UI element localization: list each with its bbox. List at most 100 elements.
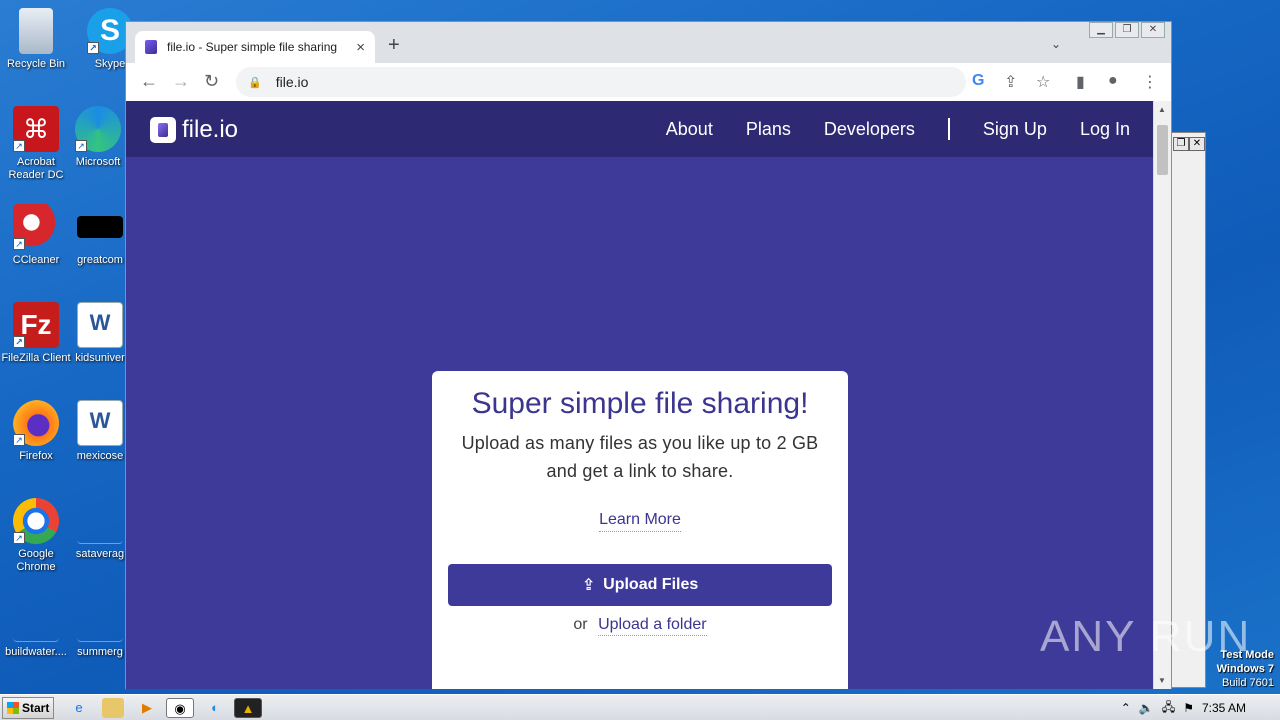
upload-icon: ⇪ (581, 577, 596, 594)
reload-button[interactable]: ↻ (204, 71, 219, 92)
learn-more-link[interactable]: Learn More (599, 511, 681, 532)
file-icon (77, 216, 123, 238)
tab-close-button[interactable]: × (356, 39, 365, 56)
fileio-logo-icon (150, 117, 176, 143)
side-panel-icon[interactable]: ▮ (1076, 72, 1085, 92)
upload-folder-link[interactable]: Upload a folder (598, 616, 707, 636)
restore-icon[interactable]: ❐ (1173, 137, 1189, 151)
edge-taskbar-icon[interactable]: ◐ (204, 698, 226, 718)
chrome-taskbar-icon[interactable]: ◉ (166, 698, 194, 718)
scroll-down-icon[interactable]: ▼ (1158, 676, 1166, 685)
ccleaner-icon: ↗ (13, 204, 59, 250)
nav-sign-up[interactable]: Sign Up (983, 119, 1047, 140)
desktop-icon-label: Firefox (19, 450, 53, 462)
desktop-icon-firefox[interactable]: ↗ Firefox (0, 400, 72, 463)
scrollbar-thumb[interactable] (1157, 125, 1168, 175)
media-player-icon[interactable]: ▶ (136, 698, 158, 718)
taskbar: Start e ▶ ◉ ◐ ▲ ⌃ 🔈 🖧 ⚑ 7:35 AM (0, 694, 1280, 720)
desktop-icon-recycle-bin[interactable]: Recycle Bin (0, 8, 72, 71)
file-icon (77, 596, 123, 642)
card-subline: Upload as many files as you like up to 2… (461, 433, 819, 481)
favicon-icon (145, 40, 157, 54)
edge-icon: ↗ (75, 106, 121, 152)
nav-log-in[interactable]: Log In (1080, 119, 1130, 140)
nav-about[interactable]: About (666, 119, 713, 140)
tray-expand-icon[interactable]: ⌃ (1121, 701, 1131, 715)
background-window[interactable]: ❐ ✕ (1168, 132, 1206, 688)
desktop-icon-microsoft-edge[interactable]: ↗ Microsoft (62, 106, 134, 169)
close-window-button[interactable]: ✕ (1141, 22, 1165, 38)
upload-button-label: Upload Files (603, 576, 699, 593)
menu-icon[interactable]: ⋮ (1142, 72, 1158, 92)
site-logo[interactable]: file.io (150, 117, 238, 143)
card-headline: Super simple file sharing! (471, 387, 809, 420)
nav-divider (947, 118, 950, 140)
browser-tab[interactable]: file.io - Super simple file sharing × (135, 31, 375, 63)
upload-folder-line: or Upload a folder (432, 616, 848, 636)
clock[interactable]: 7:35 AM (1202, 701, 1246, 715)
logo-text: file.io (182, 116, 239, 143)
app-taskbar-icon[interactable]: ▲ (234, 698, 262, 718)
test-mode-notice: Test Mode Windows 7 Build 7601 (1217, 648, 1274, 690)
start-label: Start (22, 701, 50, 715)
upload-files-button[interactable]: ⇪ Upload Files (448, 564, 832, 606)
restore-button[interactable]: ❐ (1115, 22, 1139, 38)
tab-search-button[interactable]: ⌄ (1051, 37, 1061, 51)
scroll-up-icon[interactable]: ▲ (1158, 105, 1166, 114)
minimize-button[interactable]: ▁ (1089, 22, 1113, 38)
desktop-icon-label: CCleaner (12, 254, 60, 266)
lock-icon[interactable]: 🔒 (248, 76, 262, 89)
or-text: or (573, 616, 588, 633)
recycle-bin-icon (19, 8, 53, 54)
desktop-icon-label: buildwater.... (5, 646, 67, 658)
site-header: file.io About Plans Developers Sign Up L… (126, 101, 1154, 157)
new-tab-button[interactable]: + (388, 34, 400, 57)
share-icon[interactable]: ⇪ (1004, 72, 1017, 92)
word-document-icon: W (77, 400, 123, 446)
url-text[interactable]: file.io (276, 74, 309, 90)
test-mode-line3: Build 7601 (1222, 677, 1274, 689)
desktop-icon-buildwater[interactable]: buildwater.... (0, 596, 72, 659)
desktop-icon-ccleaner[interactable]: ↗ CCleaner (0, 204, 72, 267)
internet-explorer-icon[interactable]: e (68, 698, 90, 718)
system-tray: ⌃ 🔈 🖧 ⚑ 7:35 AM (1121, 695, 1280, 720)
windows-logo-icon (7, 702, 19, 714)
window-controls: ▁ ❐ ✕ (1089, 22, 1165, 38)
upload-card: Super simple file sharing! Upload as man… (432, 371, 848, 689)
desktop-icon-label: Microsoft (75, 156, 121, 168)
close-icon[interactable]: ✕ (1189, 137, 1205, 151)
nav-developers[interactable]: Developers (824, 119, 915, 140)
bookmark-star-icon[interactable]: ☆ (1036, 72, 1050, 92)
acrobat-icon: ⌘ ↗ (13, 106, 59, 152)
network-icon[interactable]: 🖧 (1162, 698, 1175, 719)
desktop-icon-label: Recycle Bin (6, 58, 66, 70)
page-viewport: file.io About Plans Developers Sign Up L… (126, 101, 1154, 689)
forward-button[interactable]: → (172, 71, 190, 92)
back-button[interactable]: ← (140, 71, 158, 92)
test-mode-line1: Test Mode (1220, 649, 1274, 661)
chrome-icon: ↗ (13, 498, 59, 544)
address-bar[interactable]: 🔒 file.io (236, 67, 966, 97)
site-nav: About Plans Developers Sign Up Log In (633, 118, 1130, 140)
google-translate-icon[interactable]: G (972, 72, 984, 90)
desktop-icon-label: FileZilla Client (1, 352, 71, 364)
volume-icon[interactable]: 🔈 (1139, 701, 1154, 715)
browser-window: ▁ ❐ ✕ file.io - Super simple file sharin… (125, 21, 1172, 689)
nav-plans[interactable]: Plans (746, 119, 791, 140)
file-icon (13, 596, 59, 642)
filezilla-icon: Fz ↗ (13, 302, 59, 348)
page-scrollbar[interactable]: ▲ ▼ (1153, 101, 1171, 689)
profile-icon[interactable]: ● (1108, 72, 1118, 90)
firefox-icon: ↗ (13, 400, 59, 446)
browser-toolbar: ← → ↻ 🔒 file.io G ⇪ ☆ ▮ ● ⋮ (126, 63, 1171, 101)
start-button[interactable]: Start (2, 697, 54, 719)
tab-title: file.io - Super simple file sharing (167, 40, 338, 54)
desktop-icon-google-chrome[interactable]: ↗ Google Chrome (0, 498, 72, 574)
action-center-flag-icon[interactable]: ⚑ (1183, 701, 1194, 715)
word-document-icon: W (77, 302, 123, 348)
desktop-icon-filezilla[interactable]: Fz ↗ FileZilla Client (0, 302, 72, 365)
file-explorer-icon[interactable] (102, 698, 124, 718)
desktop-icon-label: Google Chrome (16, 548, 56, 573)
file-icon (77, 498, 123, 544)
test-mode-line2: Windows 7 (1216, 663, 1274, 675)
